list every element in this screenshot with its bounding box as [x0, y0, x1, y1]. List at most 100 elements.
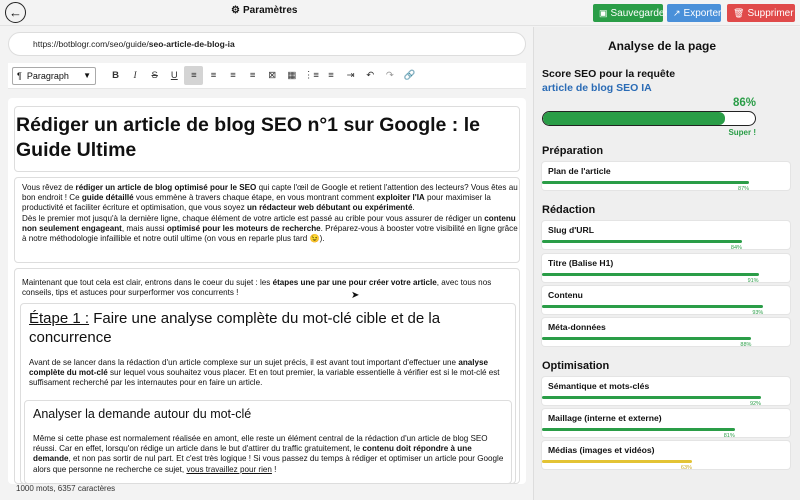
editor-toolbar: ¶ Paragraph ▼ B I S U ≡ ≡ ≡ ≡ ⊠ ▦ ⋮≡ ≡ ⇥… [8, 63, 526, 89]
analysis-item-label: Sémantique et mots-clés [548, 381, 650, 391]
save-button[interactable]: ▣ Sauvegarder [593, 4, 668, 22]
redo-button[interactable]: ↷ [380, 66, 399, 85]
analysis-item-slug[interactable]: Slug d'URL 84% [542, 221, 790, 251]
lead-paragraph[interactable]: Maintenant que tout cela est clair, entr… [22, 278, 518, 298]
numbered-list-icon: ≡ [328, 70, 334, 81]
analysis-item-percentage: 81% [723, 433, 735, 439]
section-title-preparation: Préparation [542, 145, 604, 157]
undo-button[interactable]: ↶ [361, 66, 380, 85]
step1-heading[interactable]: Étape 1 : Faire une analyse complète du … [29, 309, 519, 347]
underline-button[interactable]: U [165, 66, 184, 85]
score-progress-bar [542, 111, 756, 126]
table-icon: ▦ [287, 70, 297, 81]
score-percentage: 86% [732, 97, 756, 109]
export-label: Exporter [683, 7, 722, 19]
intro-bold-4: un rédacteur web débutant ou expérimenté [246, 203, 413, 213]
clear-format-button[interactable]: ⊠ [263, 66, 282, 85]
intro-paragraph[interactable]: Vous rêvez de rédiger un article de blog… [22, 183, 518, 244]
analysis-item-label: Méta-données [548, 322, 606, 332]
numbered-list-button[interactable]: ≡ [322, 66, 341, 85]
settings-button[interactable]: ⚙ Paramètres [231, 5, 297, 16]
intro-bold-3: exploiter l'IA [376, 193, 425, 203]
pilcrow-icon: ¶ [17, 70, 22, 81]
analysis-item-semantics[interactable]: Sémantique et mots-clés 92% [542, 377, 790, 407]
analysis-item-label: Maillage (interne et externe) [548, 413, 662, 423]
indent-button[interactable]: ⇥ [341, 66, 360, 85]
align-justify-button[interactable]: ≡ [243, 66, 262, 85]
align-right-icon: ≡ [230, 70, 236, 81]
align-justify-icon: ≡ [249, 70, 256, 81]
intro-text-7: , mais aussi [121, 223, 167, 233]
align-left-icon: ≡ [191, 70, 197, 81]
analysis-item-percentage: 87% [738, 186, 750, 192]
gear-icon: ⚙ [231, 5, 240, 16]
bullet-list-button[interactable]: ⋮≡ [302, 66, 321, 85]
analysis-item-content[interactable]: Contenu 93% [542, 286, 790, 316]
intro-text-1: Vous rêvez de [22, 183, 76, 192]
floppy-icon: ▣ [599, 7, 608, 18]
analysis-item-percentage: 91% [747, 278, 759, 284]
analysis-item-percentage: 92% [749, 401, 761, 407]
top-bar: ← ⚙ Paramètres ▣ Sauvegarder ↗ Exporter … [0, 0, 800, 26]
sub1-text-3: ! [271, 464, 277, 474]
word-count-status: 1000 mots, 6357 caractères [16, 484, 116, 493]
delete-button[interactable]: 🗑 Supprimer [727, 4, 795, 22]
analysis-item-percentage: 88% [740, 342, 752, 348]
align-right-button[interactable]: ≡ [224, 66, 243, 85]
analysis-item-percentage: 63% [680, 465, 692, 471]
step1-heading-text: Faire une analyse complète du mot-clé ci… [29, 310, 441, 346]
sub1-underline-1: vous travaillez pour rien [186, 464, 272, 474]
analysis-item-bar [542, 428, 735, 431]
analysis-item-bar [542, 181, 750, 184]
paragraph-select[interactable]: ¶ Paragraph ▼ [12, 66, 96, 85]
analysis-item-plan[interactable]: Plan de l'article 87% [542, 162, 790, 192]
url-prefix: https://botblogr.com/seo/guide/ [33, 39, 149, 49]
undo-icon: ↶ [366, 70, 375, 81]
article-title[interactable]: Rédiger un article de blog SEO n°1 sur G… [16, 113, 516, 163]
sub1-paragraph[interactable]: Même si cette phase est normalement réal… [33, 434, 505, 475]
align-left-button[interactable]: ≡ [184, 66, 204, 85]
link-icon: 🔗 [403, 70, 416, 81]
intro-text-5: . [412, 203, 415, 213]
indent-icon: ⇥ [346, 70, 355, 81]
section-title-optimisation: Optimisation [542, 360, 610, 372]
italic-button[interactable]: I [126, 66, 145, 85]
back-button[interactable]: ← [5, 2, 26, 23]
step1-text-1: Avant de se lancer dans la rédaction d'u… [29, 358, 459, 367]
bold-button[interactable]: B [106, 66, 125, 85]
analysis-panel: Analyse de la page Score SEO pour la req… [533, 27, 800, 500]
table-button[interactable]: ▦ [282, 66, 301, 85]
mouse-cursor-icon: ➤ [351, 290, 360, 301]
analysis-item-percentage: 84% [730, 245, 742, 251]
lead-bold-1: étapes une par une pour créer votre arti… [272, 278, 437, 287]
score-message: Super ! [728, 128, 756, 137]
sub1-heading[interactable]: Analyser la demande autour du mot-clé [33, 407, 251, 421]
analysis-item-media[interactable]: Médias (images et vidéos) 63% [542, 441, 790, 471]
clear-format-icon: ⊠ [268, 70, 277, 81]
paragraph-label: Paragraph [26, 70, 69, 81]
align-center-button[interactable]: ≡ [204, 66, 223, 85]
export-button[interactable]: ↗ Exporter [667, 4, 721, 22]
redo-icon: ↷ [385, 70, 394, 81]
external-link-icon: ↗ [673, 7, 681, 18]
analysis-item-percentage: 93% [752, 310, 764, 316]
step1-paragraph[interactable]: Avant de se lancer dans la rédaction d'u… [29, 358, 511, 389]
settings-label: Paramètres [242, 5, 298, 16]
score-progress-fill [543, 112, 726, 125]
chevron-down-icon: ▼ [83, 71, 91, 80]
section-title-redaction: Rédaction [542, 204, 596, 216]
lead-text-1: Maintenant que tout cela est clair, entr… [22, 278, 273, 287]
strikethrough-button[interactable]: S [145, 66, 164, 85]
analysis-item-bar [542, 305, 764, 308]
analysis-item-h1[interactable]: Titre (Balise H1) 91% [542, 254, 790, 284]
analysis-item-label: Médias (images et vidéos) [548, 445, 655, 455]
step1-label: Étape 1 : [29, 310, 90, 327]
intro-bold-1: rédiger un article de blog optimisé pour… [75, 183, 257, 192]
arrow-left-icon: ← [9, 5, 22, 20]
panel-title: Analyse de la page [608, 39, 717, 53]
analysis-item-metadata[interactable]: Méta-données 88% [542, 318, 790, 348]
analysis-item-label: Slug d'URL [548, 225, 594, 235]
link-button[interactable]: 🔗 [400, 66, 419, 85]
analysis-item-linking[interactable]: Maillage (interne et externe) 81% [542, 409, 790, 439]
url-field[interactable]: https://botblogr.com/seo/guide/seo-artic… [8, 32, 526, 56]
